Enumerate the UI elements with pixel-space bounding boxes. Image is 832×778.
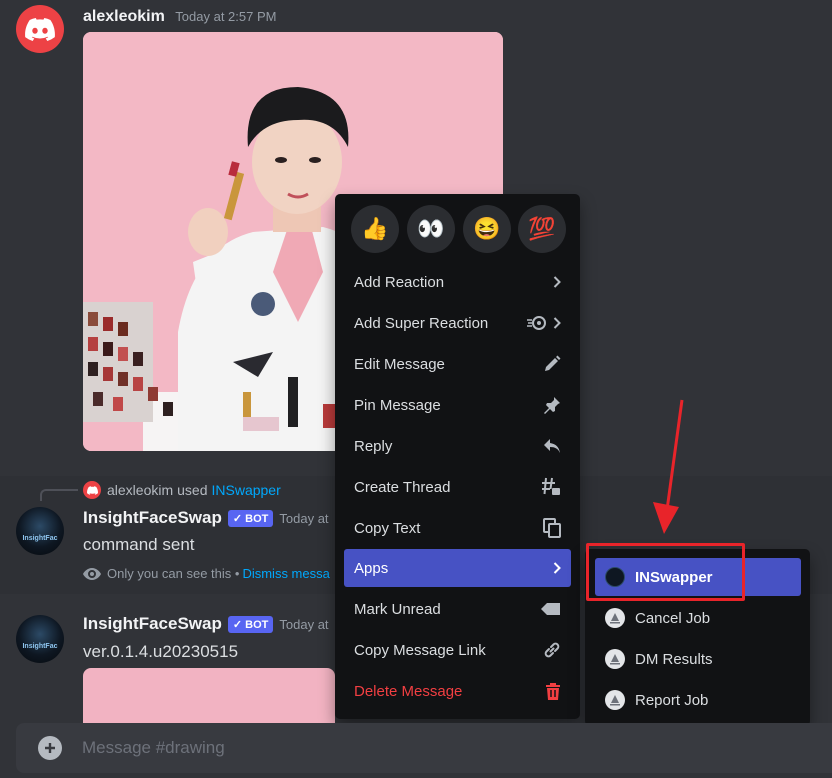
menu-item-label: Apps <box>354 559 389 577</box>
discord-logo-icon <box>86 485 98 495</box>
bot-avatar-text: InsightFac <box>22 643 58 650</box>
bot-badge: ✓ BOT <box>227 509 274 527</box>
menu-item-reply[interactable]: Reply <box>344 427 571 465</box>
menu-item-label: Delete Message <box>354 682 463 700</box>
menu-item-label: Create Thread <box>354 478 451 496</box>
super-reaction-icon <box>527 316 546 330</box>
dismiss-message-link[interactable]: Dismiss messa <box>242 566 329 581</box>
app-icon <box>605 649 625 669</box>
copy-icon <box>543 518 561 538</box>
pin-icon <box>544 397 560 414</box>
bot-avatar-text: InsightFac <box>22 535 58 542</box>
annotation-arrow-icon <box>653 399 684 534</box>
mark-unread-icon <box>541 603 560 615</box>
menu-item-label: Copy Message Link <box>354 641 486 659</box>
mini-discord-avatar <box>83 481 101 499</box>
menu-item-label: Add Super Reaction <box>354 314 489 332</box>
discord-avatar[interactable] <box>16 5 64 53</box>
app-item-label: DM Results <box>635 650 713 668</box>
message-text: ver.0.1.4.u20230515 <box>83 642 239 661</box>
message-timestamp: Today at <box>279 616 329 632</box>
chevron-right-icon <box>553 276 561 288</box>
app-icon <box>605 690 625 710</box>
bot-badge: ✓ BOT <box>227 615 274 633</box>
laughing-emoji: 😆 <box>473 216 501 241</box>
app-item-cancel-job[interactable]: Cancel Job <box>595 599 801 637</box>
menu-item-edit-message[interactable]: Edit Message <box>344 345 571 383</box>
ephemeral-notice: Only you can see this • Dismiss messa <box>83 566 330 581</box>
app-item-label: Cancel Job <box>635 609 711 627</box>
app-item-dm-results[interactable]: DM Results <box>595 640 801 678</box>
menu-item-label: Pin Message <box>354 396 441 414</box>
sailboat-icon <box>610 695 620 706</box>
message-author[interactable]: alexleokim <box>83 8 165 25</box>
annotation-highlight-box <box>586 543 745 601</box>
trash-icon <box>546 683 560 700</box>
bot-avatar[interactable]: InsightFac <box>16 507 64 555</box>
quick-reaction-thumbs-up[interactable]: 👍 <box>351 205 399 253</box>
menu-item-delete-message[interactable]: Delete Message <box>344 672 571 710</box>
message-composer <box>16 723 832 773</box>
menu-item-label: Add Reaction <box>354 273 445 291</box>
menu-item-label: Copy Text <box>354 519 421 537</box>
message-header: alexleokim Today at 2:57 PM <box>83 8 276 26</box>
reply-command-link[interactable]: INSwapper <box>212 482 281 498</box>
menu-item-apps[interactable]: Apps <box>344 549 571 587</box>
thread-icon <box>542 477 560 495</box>
eyes-emoji: 👀 <box>417 216 445 241</box>
thumbs-up-emoji: 👍 <box>361 216 389 241</box>
reply-user[interactable]: alexleokim <box>107 482 173 498</box>
message-context-menu: 👍 👀 😆 💯 Add Reaction Add Super Reaction … <box>335 194 580 719</box>
sailboat-icon <box>610 613 620 624</box>
message-header: InsightFaceSwap ✓ BOT Today at <box>83 614 329 634</box>
app-item-label: Report Job <box>635 691 709 709</box>
menu-item-create-thread[interactable]: Create Thread <box>344 468 571 506</box>
reply-icon <box>544 439 560 453</box>
message-text: command sent <box>83 535 195 554</box>
menu-item-copy-message-link[interactable]: Copy Message Link <box>344 631 571 669</box>
reply-reference[interactable]: alexleokim used INSwapper <box>83 481 281 499</box>
menu-item-label: Reply <box>354 437 393 455</box>
pencil-icon <box>545 355 561 371</box>
quick-reaction-hundred[interactable]: 💯 <box>518 205 566 253</box>
menu-item-pin-message[interactable]: Pin Message <box>344 386 571 424</box>
hundred-emoji: 💯 <box>528 216 556 241</box>
app-item-report-job[interactable]: Report Job <box>595 681 801 719</box>
link-icon <box>544 642 560 658</box>
menu-item-label: Mark Unread <box>354 600 441 618</box>
bot-badge-label: BOT <box>245 512 269 525</box>
menu-item-label: Edit Message <box>354 355 445 373</box>
app-icon <box>605 608 625 628</box>
chevron-right-icon <box>553 562 561 574</box>
bot-avatar[interactable]: InsightFac <box>16 615 64 663</box>
message-header: InsightFaceSwap ✓ BOT Today at <box>83 508 329 528</box>
sailboat-icon <box>610 654 620 665</box>
message-author[interactable]: InsightFaceSwap <box>83 614 222 634</box>
message-author[interactable]: InsightFaceSwap <box>83 508 222 528</box>
attached-photo[interactable] <box>83 668 335 728</box>
message-timestamp: Today at 2:57 PM <box>175 9 277 24</box>
bot-badge-label: BOT <box>245 618 269 631</box>
menu-item-add-reaction[interactable]: Add Reaction <box>344 263 571 301</box>
chevron-right-icon <box>553 317 561 329</box>
menu-item-mark-unread[interactable]: Mark Unread <box>344 590 571 628</box>
ephemeral-text: Only you can see this • <box>107 566 240 581</box>
attach-button[interactable] <box>38 736 62 760</box>
discord-logo-icon <box>25 17 55 41</box>
menu-item-copy-text[interactable]: Copy Text <box>344 509 571 547</box>
quick-reaction-laughing[interactable]: 😆 <box>463 205 511 253</box>
eye-icon <box>83 567 101 580</box>
menu-item-add-super-reaction[interactable]: Add Super Reaction <box>344 304 571 342</box>
plus-icon <box>45 743 55 753</box>
quick-reaction-eyes[interactable]: 👀 <box>407 205 455 253</box>
reply-action: used <box>177 482 208 498</box>
reply-spine <box>40 489 78 501</box>
message-input[interactable] <box>82 723 802 773</box>
message-timestamp: Today at <box>279 510 329 526</box>
